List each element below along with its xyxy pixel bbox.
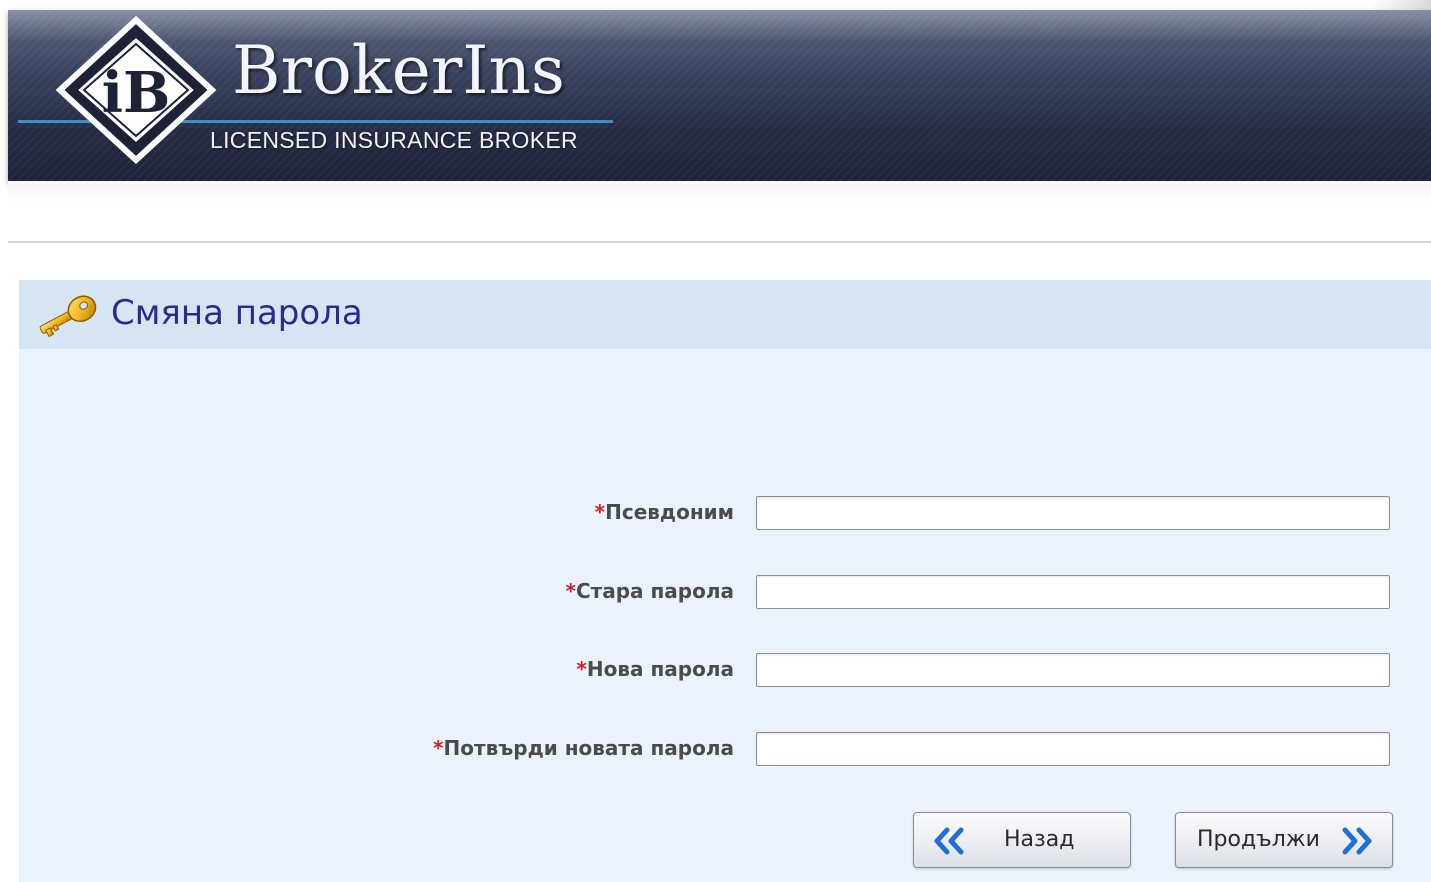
banner-gloss xyxy=(8,10,1431,40)
form-row-new-password: *Нова парола xyxy=(19,653,1431,691)
brand-logo[interactable]: iB xyxy=(55,15,217,165)
old-password-label: *Стара парола xyxy=(565,579,734,603)
old-password-input[interactable] xyxy=(756,575,1390,609)
panel-header: Смяна парола xyxy=(19,280,1431,349)
back-button[interactable]: Назад xyxy=(913,812,1131,868)
page-title: Смяна парола xyxy=(111,293,363,333)
brand-name: BrokerIns xyxy=(232,32,565,109)
username-label-text: Псевдоним xyxy=(605,500,734,524)
key-icon xyxy=(39,295,97,338)
form-row-confirm-password: *Потвърди новата парола xyxy=(19,732,1431,770)
required-marker: * xyxy=(433,736,444,760)
logo-diamond-icon: iB xyxy=(55,15,217,165)
brand-tagline: LICENSED INSURANCE BROKER xyxy=(210,127,578,153)
new-password-label-text: Нова парола xyxy=(586,657,734,681)
form-row-username: *Псевдоним xyxy=(19,496,1431,534)
page: iB BrokerIns LICENSED INSURANCE BROKER С… xyxy=(0,0,1431,882)
confirm-password-input[interactable] xyxy=(756,732,1390,766)
required-marker: * xyxy=(576,657,587,681)
new-password-input[interactable] xyxy=(756,653,1390,687)
username-label: *Псевдоним xyxy=(595,500,734,524)
confirm-password-label-text: Потвърди новата парола xyxy=(443,736,734,760)
double-chevron-right-icon xyxy=(1342,827,1372,855)
username-input[interactable] xyxy=(756,496,1390,530)
form-row-old-password: *Стара парола xyxy=(19,575,1431,613)
required-marker: * xyxy=(594,500,606,524)
continue-button-label: Продължи xyxy=(1197,827,1320,852)
logo-letters: iB xyxy=(102,60,171,126)
back-button-label: Назад xyxy=(1004,827,1075,852)
new-password-label: *Нова парола xyxy=(576,657,734,681)
continue-button[interactable]: Продължи xyxy=(1175,812,1393,868)
double-chevron-left-icon xyxy=(934,827,964,855)
menu-bar xyxy=(8,181,1431,243)
change-password-panel: Смяна парола *Псевдоним *Стара парола *Н… xyxy=(19,280,1431,882)
confirm-password-label: *Потвърди новата парола xyxy=(433,736,734,760)
old-password-label-text: Стара парола xyxy=(575,579,734,603)
required-marker: * xyxy=(565,579,576,603)
header-banner: iB BrokerIns LICENSED INSURANCE BROKER xyxy=(8,10,1431,181)
